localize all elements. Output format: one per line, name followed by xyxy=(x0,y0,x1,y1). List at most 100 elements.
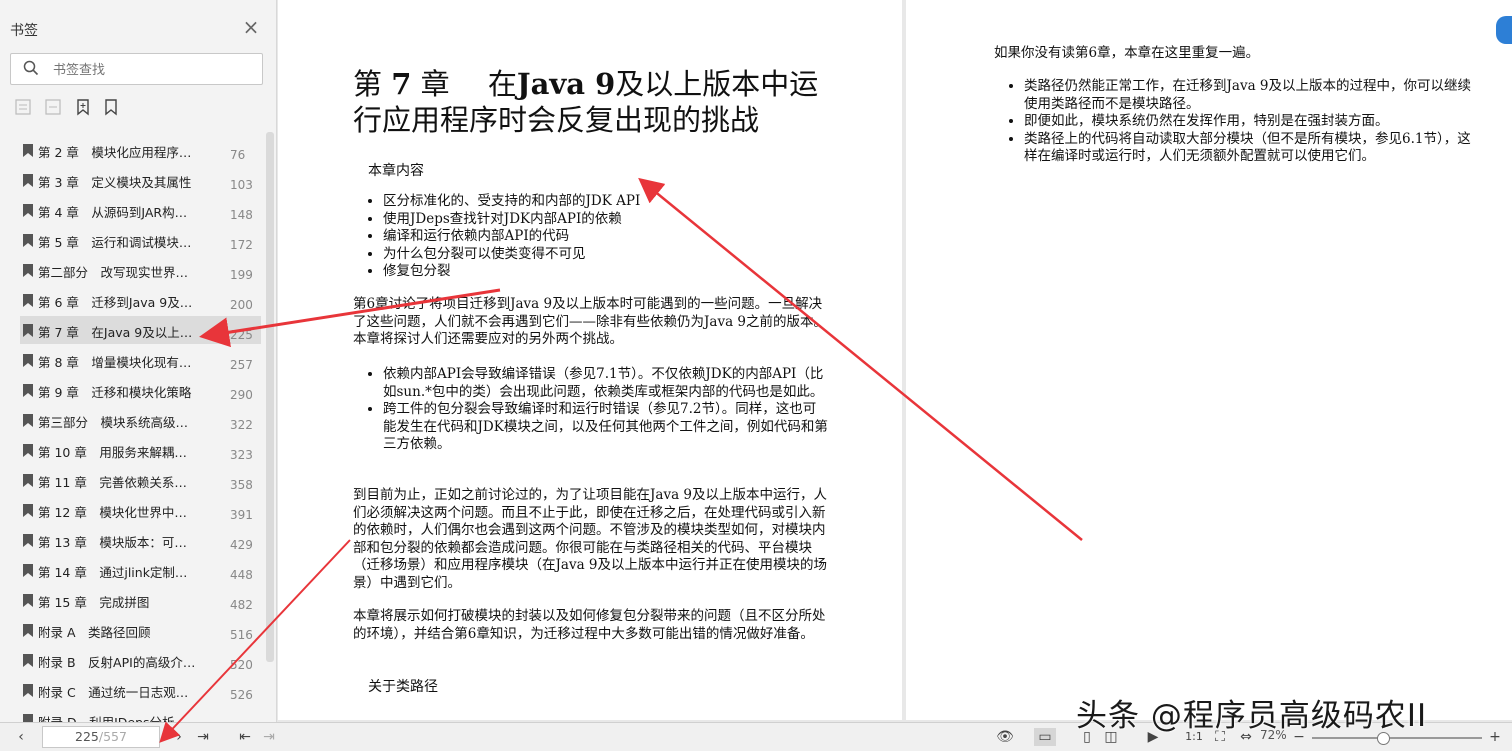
bookmark-icon xyxy=(23,294,33,307)
bookmark-item[interactable]: 第 4 章 从源码到JAR构… 148 xyxy=(20,196,261,224)
previous-page-icon[interactable]: ‹ xyxy=(12,728,30,746)
bookmark-icon xyxy=(23,324,33,337)
bookmark-icon xyxy=(23,354,33,367)
bookmark-icon xyxy=(23,414,33,427)
bookmark-item[interactable]: 第 2 章 模块化应用程序… 76 xyxy=(20,136,261,164)
back-icon[interactable]: ⇤ xyxy=(236,728,254,746)
bookmark-item[interactable]: 第 9 章 迁移和模块化策略 290 xyxy=(20,376,261,404)
bookmark-search-box[interactable] xyxy=(10,53,263,85)
bookmark-page: 148 xyxy=(230,208,253,222)
search-icon xyxy=(23,60,39,76)
bookmark-list: 第 2 章 模块化应用程序… 76 第 3 章 定义模块及其属性 103 第 4 章… xyxy=(0,132,265,722)
chapter-title-java: Java 9 xyxy=(516,67,616,101)
bookmark-item[interactable]: 第三部分 模块系统高级… 322 xyxy=(20,406,261,434)
bookmark-label: 第二部分 改写现实世界… xyxy=(38,265,189,280)
chapter-title-zhang: 章 在 xyxy=(420,67,517,101)
list-item: 修复包分裂 xyxy=(383,263,743,281)
bookmark-item[interactable]: 附录 C 通过统一日志观… 526 xyxy=(20,676,261,704)
chapter-title-pre: 第 xyxy=(353,67,383,101)
add-bookmark-icon[interactable] xyxy=(74,98,92,116)
bookmark-icon xyxy=(23,204,33,217)
classpath-list: 类路径仍然能正常工作，在迁移到Java 9及以上版本的过程中，你可以继续使用类路… xyxy=(994,78,1474,166)
bookmark-item[interactable]: 第 13 章 模块版本：可… 429 xyxy=(20,526,261,554)
bookmark-item[interactable]: 第 11 章 完善依赖关系… 358 xyxy=(20,466,261,494)
eye-icon[interactable]: 👁 xyxy=(994,728,1016,746)
bookmark-label: 第 13 章 模块版本：可… xyxy=(38,535,187,550)
bookmark-page: 199 xyxy=(230,268,253,282)
bookmark-panel-title: 书签 xyxy=(10,23,38,39)
total-pages: /557 xyxy=(98,729,127,744)
bookmark-page: 257 xyxy=(230,358,253,372)
paragraph: 本章将展示如何打破模块的封装以及如何修复包分裂带来的问题（且不区分所处的环境），… xyxy=(353,608,826,642)
bookmark-icon xyxy=(23,474,33,487)
bookmark-page: 516 xyxy=(230,628,253,642)
bookmark-label: 第 3 章 定义模块及其属性 xyxy=(38,175,192,190)
collapse-all-icon[interactable] xyxy=(44,98,62,116)
list-item: 类路径上的代码将自动读取大部分模块（但不是所有模块，参见6.1节），这样在编译时… xyxy=(1024,131,1474,166)
bookmark-item[interactable]: 第 8 章 增量模块化现有… 257 xyxy=(20,346,261,374)
chapter-number: 7 xyxy=(391,67,412,101)
bookmark-page: 429 xyxy=(230,538,253,552)
list-item: 依赖内部API会导致编译错误（参见7.1节）。不仅依赖JDK的内部API（比如s… xyxy=(383,366,828,401)
bookmark-icon xyxy=(23,444,33,457)
bookmark-icon xyxy=(23,174,33,187)
bookmark-icon xyxy=(23,564,33,577)
bookmark-icon[interactable] xyxy=(102,98,120,116)
bookmark-item[interactable]: 第 5 章 运行和调试模块… 172 xyxy=(20,226,261,254)
bookmark-item[interactable]: 附录 A 类路径回顾 516 xyxy=(20,616,261,644)
bookmark-icon xyxy=(23,624,33,637)
bookmark-item[interactable]: 第 10 章 用服务来解耦… 323 xyxy=(20,436,261,464)
bookmark-icon xyxy=(23,714,33,722)
document-page-left: 第 7 章 在Java 9及以上版本中运 行应用程序时会反复出现的挑战 本章内容… xyxy=(278,0,902,720)
bookmark-label: 第 4 章 从源码到JAR构… xyxy=(38,205,188,220)
bookmark-label: 第 7 章 在Java 9及以上… xyxy=(38,325,193,340)
bookmark-icon xyxy=(23,534,33,547)
forward-icon[interactable]: ⇥ xyxy=(260,728,278,746)
zoom-in-icon[interactable]: + xyxy=(1488,728,1502,746)
bookmark-item[interactable]: 第 6 章 迁移到Java 9及… 200 xyxy=(20,286,261,314)
next-page-icon[interactable]: › xyxy=(170,728,188,746)
bookmark-item[interactable]: 第二部分 改写现实世界… 199 xyxy=(20,256,261,284)
single-page-icon[interactable]: ▭ xyxy=(1034,728,1056,746)
list-item: 类路径仍然能正常工作，在迁移到Java 9及以上版本的过程中，你可以继续使用类路… xyxy=(1024,78,1474,113)
bookmark-label: 附录 B 反射API的高级介… xyxy=(38,655,196,670)
bookmark-label: 第 9 章 迁移和模块化策略 xyxy=(38,385,192,400)
bookmark-item-active[interactable]: 第 7 章 在Java 9及以上… 225 xyxy=(20,316,261,344)
close-icon[interactable]: × xyxy=(242,17,260,37)
bookmark-item[interactable]: 第 14 章 通过jlink定制… 448 xyxy=(20,556,261,584)
expand-all-icon[interactable] xyxy=(14,98,32,116)
bookmark-label: 第 5 章 运行和调试模块… xyxy=(38,235,192,250)
bookmark-page: 358 xyxy=(230,478,253,492)
page-number-input[interactable]: 225/557 xyxy=(42,726,160,748)
bookmark-item[interactable]: 第 15 章 完成拼图 482 xyxy=(20,586,261,614)
section-heading: 关于类路径 xyxy=(368,679,438,695)
bookmark-page: 391 xyxy=(230,508,253,522)
zoom-slider[interactable] xyxy=(1312,732,1482,745)
bookmark-label: 第 10 章 用服务来解耦… xyxy=(38,445,187,460)
bookmark-item[interactable]: 第 12 章 模块化世界中… 391 xyxy=(20,496,261,524)
bookmark-label: 第 2 章 模块化应用程序… xyxy=(38,145,192,160)
bookmark-icon xyxy=(23,384,33,397)
chapter-contents-list: 区分标准化的、受支持的和内部的JDK API 使用JDeps查找针对JDK内部A… xyxy=(353,193,743,281)
bookmark-item[interactable]: 第 3 章 定义模块及其属性 103 xyxy=(20,166,261,194)
bookmark-item[interactable]: 附录 B 反射API的高级介… 520 xyxy=(20,646,261,674)
bookmark-item[interactable]: 附录 D 利用JDeps分析… xyxy=(20,706,261,722)
bookmark-search-input[interactable] xyxy=(51,59,255,81)
bookmark-icon xyxy=(23,234,33,247)
last-page-icon[interactable]: ⇥ xyxy=(194,728,212,746)
bookmark-label: 附录 A 类路径回顾 xyxy=(38,625,151,640)
bookmark-page: 172 xyxy=(230,238,253,252)
bookmark-label: 附录 D 利用JDeps分析… xyxy=(38,712,187,722)
bookmark-page: 448 xyxy=(230,568,253,582)
bookmark-page: 323 xyxy=(230,448,253,462)
assistant-badge-icon[interactable] xyxy=(1496,16,1512,44)
paragraph: 第6章讨论了将项目迁移到Java 9及以上版本时可能遇到的一些问题。一旦解决了这… xyxy=(353,296,828,347)
bookmark-scrollbar[interactable] xyxy=(266,132,274,662)
paragraph: 如果你没有读第6章，本章在这里重复一遍。 xyxy=(994,45,1260,61)
list-item: 跨工件的包分裂会导致编译时和运行时错误（参见7.2节）。同样，这也可能发生在代码… xyxy=(383,401,828,454)
current-page: 225 xyxy=(75,729,99,744)
bookmark-icon xyxy=(23,684,33,697)
bookmark-label: 第 12 章 模块化世界中… xyxy=(38,505,187,520)
list-item: 为什么包分裂可以使类变得不可见 xyxy=(383,246,743,264)
watermark: 头条 @程序员高级码农II xyxy=(1076,698,1428,734)
